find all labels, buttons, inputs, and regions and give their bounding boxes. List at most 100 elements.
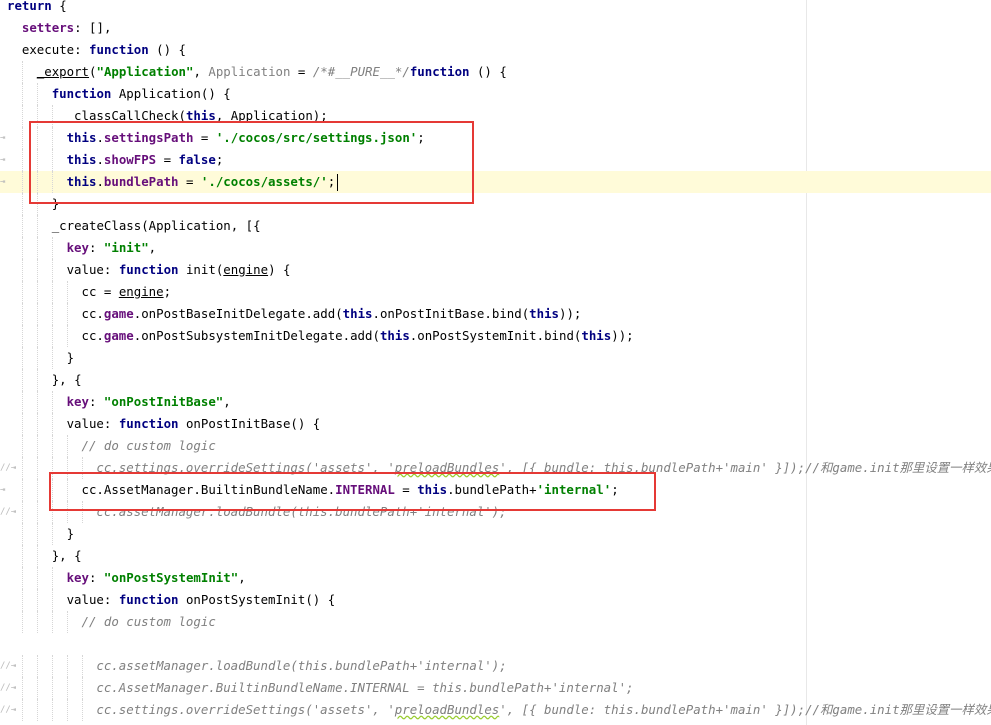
red-highlight-box-settings [29,121,474,204]
code-line[interactable]: }, { [0,369,991,391]
gutter-marker: ⇥ [0,155,6,165]
code-token: game [103,306,134,321]
code-text: key: "init", [67,237,157,259]
code-line[interactable] [0,633,991,655]
gutter-marker [0,391,14,413]
code-text: _createClass(Application, [{ [52,215,261,237]
code-line[interactable]: key: "init", [0,237,991,259]
code-editor[interactable]: return {setters: [], execute: function ()… [0,0,991,725]
code-token: cc.settings.overrideSettings('assets', ' [96,702,395,717]
gutter-marker [0,17,14,39]
code-token: value [66,262,104,277]
gutter-marker [0,237,14,259]
code-text: key: "onPostInitBase", [67,391,231,413]
code-token: Application [208,64,291,79]
code-token: ( [372,328,380,343]
code-text: }, { [52,369,82,391]
code-line[interactable]: value: function onPostSystemInit() { [0,589,991,611]
code-token: } [66,526,75,541]
code-token: Application [111,86,201,101]
code-line[interactable]: cc.game.onPostBaseInitDelegate.add(this.… [0,303,991,325]
code-text: _export("Application", Application = /*#… [37,61,507,83]
code-token: = [290,64,313,79]
gutter-marker [0,259,14,281]
code-token: . [342,328,351,343]
code-line[interactable]: } [0,523,991,545]
code-token: onPostSystemInit [178,592,306,607]
code-token: . [305,306,313,321]
code-token: () { [469,64,507,79]
gutter-marker [0,567,14,589]
code-token: "onPostInitBase" [103,394,224,409]
gutter-marker [0,611,14,633]
code-token: ( [335,306,343,321]
code-line[interactable]: value: function init(engine) { [0,259,991,281]
gutter-marker [0,523,14,545]
code-token: .onPostInitBase. [372,306,492,321]
code-line[interactable]: _export("Application", Application = /*#… [0,61,991,83]
code-line[interactable]: }, { [0,545,991,567]
gutter-marker: //⇥ [0,683,17,693]
code-token: value [66,416,104,431]
code-token: /*#__PURE__*/ [312,64,410,79]
code-token: function [409,64,470,79]
code-token: init [178,262,216,277]
indent-guides [0,369,200,391]
code-line[interactable]: // do custom logic [0,611,991,633]
indent-guides [0,545,200,567]
code-token: cc [81,284,97,299]
code-text: cc = engine; [82,281,172,303]
code-token: : [74,42,90,57]
code-token: = [96,284,119,299]
code-line[interactable]: key: "onPostInitBase", [0,391,991,413]
code-token: (Application, [{ [141,218,261,233]
code-text: value: function onPostInitBase() { [67,413,321,435]
code-text: cc.settings.overrideSettings('assets', '… [96,699,991,721]
code-token: onPostSubsystemInitDelegate [141,328,343,343]
code-token: key [66,394,89,409]
code-token: this [581,328,612,343]
code-token: () { [305,592,336,607]
code-text: cc.game.onPostSubsystemInitDelegate.add(… [82,325,634,347]
code-token: add [312,306,336,321]
code-line[interactable]: function Application() { [0,83,991,105]
code-token: key [66,240,89,255]
code-line[interactable]: //⇥ cc.assetManager.loadBundle(this.bundl… [0,655,991,677]
code-line[interactable]: _createClass(Application, [{ [0,215,991,237]
code-token: return [7,0,52,13]
indent-guides [0,347,200,369]
code-line[interactable]: return { [0,0,991,17]
code-line[interactable]: // do custom logic [0,435,991,457]
code-line[interactable]: value: function onPostInitBase() { [0,413,991,435]
code-text: // do custom logic [82,611,216,633]
code-token: key [66,570,89,585]
code-text: } [67,347,74,369]
code-line[interactable]: } [0,347,991,369]
code-token: , [223,394,231,409]
gutter-marker [0,39,14,61]
code-line[interactable]: key: "onPostSystemInit", [0,567,991,589]
gutter-marker [0,105,14,127]
code-line[interactable]: execute: function () { [0,39,991,61]
gutter-marker [0,215,14,237]
code-line[interactable]: setters: [], [0,17,991,39]
gutter-marker [0,545,14,567]
code-text: // do custom logic [82,435,216,457]
code-text: value: function onPostSystemInit() { [67,589,336,611]
code-line[interactable]: //⇥ cc.settings.overrideSettings('assets'… [0,699,991,721]
code-token: game [103,328,134,343]
gutter-marker: ⇥ [0,485,6,495]
code-token: this [529,306,560,321]
code-line[interactable]: //⇥ cc.AssetManager.BuiltinBundleName.INT… [0,677,991,699]
code-token: "onPostSystemInit" [103,570,239,585]
red-highlight-box-internal [49,472,656,511]
gutter-marker [0,369,14,391]
code-line[interactable]: cc = engine; [0,281,991,303]
code-token: onPostBaseInitDelegate [141,306,306,321]
gutter-marker [0,347,14,369]
code-text: } [67,523,74,545]
code-token: cc. [81,306,104,321]
gutter-marker: //⇥ [0,661,17,671]
code-token: // do custom logic [81,614,216,629]
code-line[interactable]: cc.game.onPostSubsystemInitDelegate.add(… [0,325,991,347]
